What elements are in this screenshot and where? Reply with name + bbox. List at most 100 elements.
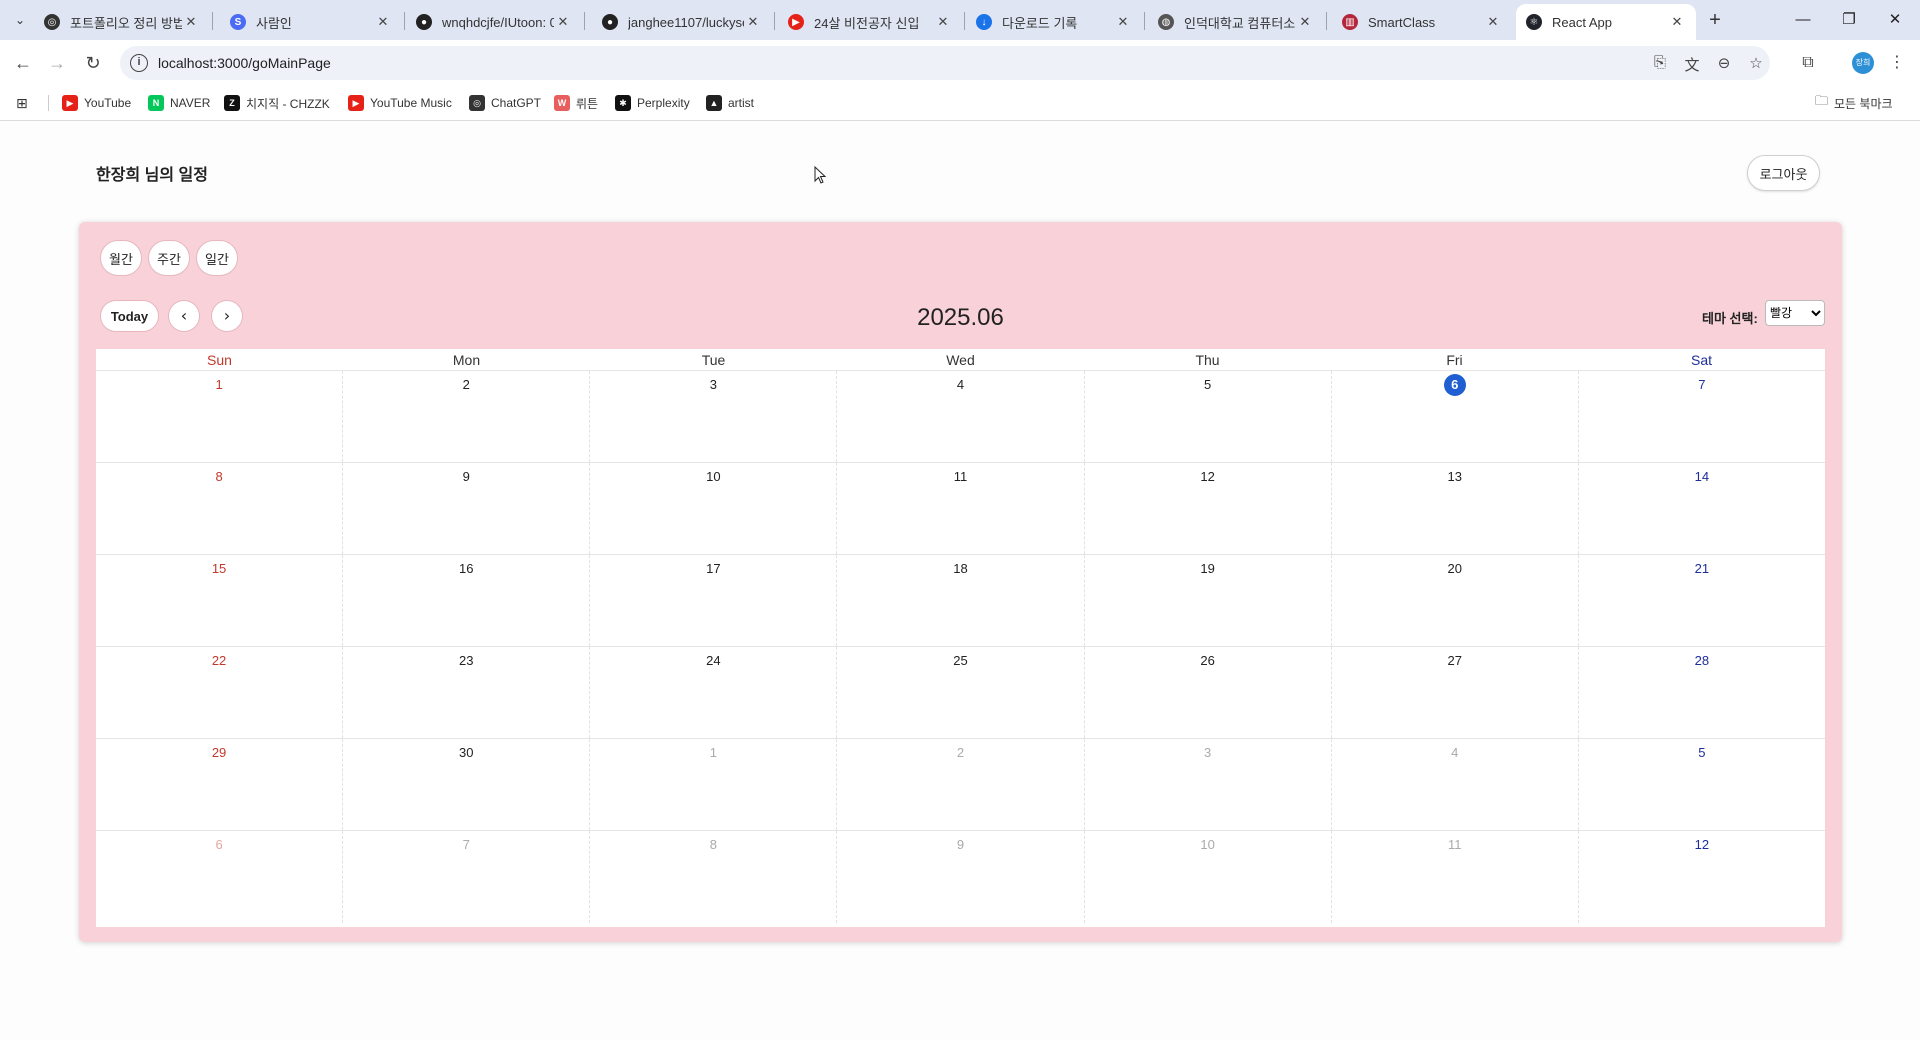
view-day-button[interactable]: 일간	[196, 240, 238, 276]
calendar-day[interactable]: 30	[343, 739, 591, 830]
restore-icon[interactable]: ❐	[1826, 6, 1872, 34]
calendar-day[interactable]: 12	[1085, 463, 1332, 554]
tab-close-icon[interactable]: ✕	[1114, 14, 1132, 30]
calendar-day[interactable]: 4	[1332, 739, 1579, 830]
url-text[interactable]: localhost:3000/goMainPage	[158, 55, 331, 71]
calendar-day[interactable]: 25	[837, 647, 1085, 738]
calendar-day[interactable]: 28	[1579, 647, 1825, 738]
calendar-day[interactable]: 1	[96, 371, 344, 462]
day-number: 3	[709, 377, 717, 392]
calendar-day[interactable]: 3	[590, 371, 838, 462]
browser-tab[interactable]: ◍ 인덕대학교 컴퓨터소 ✕	[1148, 4, 1324, 40]
tab-close-icon[interactable]: ✕	[744, 14, 762, 30]
calendar-day[interactable]: 14	[1579, 463, 1825, 554]
calendar-day[interactable]: 9	[837, 831, 1085, 923]
calendar-day[interactable]: 8	[96, 463, 344, 554]
calendar-day[interactable]: 26	[1085, 647, 1332, 738]
address-bar[interactable]: i localhost:3000/goMainPage ⎘ 文 ⊖ ☆	[120, 46, 1770, 80]
calendar-day[interactable]: 22	[96, 647, 344, 738]
reload-icon[interactable]: ↻	[80, 50, 106, 76]
calendar-day[interactable]: 10	[590, 463, 838, 554]
extensions-puzzle-icon[interactable]: ⧉	[1795, 50, 1821, 76]
tab-close-icon[interactable]: ✕	[1484, 14, 1502, 30]
calendar-day[interactable]: 5	[1579, 739, 1825, 830]
view-month-button[interactable]: 월간	[100, 240, 142, 276]
bookmark-item[interactable]: N NAVER	[148, 93, 210, 113]
calendar-day[interactable]: 24	[590, 647, 838, 738]
bookmark-item[interactable]: ◎ ChatGPT	[469, 93, 541, 113]
install-app-icon[interactable]: ⎘	[1650, 54, 1670, 72]
calendar-day[interactable]: 5	[1085, 371, 1332, 462]
bookmark-item[interactable]: Z 치지직 - CHZZK	[224, 93, 330, 113]
calendar-day[interactable]: 7	[1579, 371, 1825, 462]
calendar-day-today[interactable]: 6	[1332, 371, 1579, 462]
bookmark-label: 치지직 - CHZZK	[246, 96, 330, 111]
bookmark-item[interactable]: ✱ Perplexity	[615, 93, 690, 113]
calendar-day[interactable]: 8	[590, 831, 838, 923]
translate-icon[interactable]: 文	[1682, 54, 1702, 74]
tab-close-icon[interactable]: ✕	[182, 14, 200, 30]
close-window-icon[interactable]: ✕	[1872, 6, 1918, 34]
browser-tab[interactable]: ▶ 24살 비전공자 신입 ✕	[778, 4, 962, 40]
calendar-day[interactable]: 20	[1332, 555, 1579, 646]
calendar-day[interactable]: 11	[837, 463, 1085, 554]
day-number: 23	[458, 653, 474, 668]
new-tab-plus-icon[interactable]: +	[1702, 8, 1728, 34]
view-week-button[interactable]: 주간	[148, 240, 190, 276]
calendar-day[interactable]: 29	[96, 739, 344, 830]
calendar-day[interactable]: 6	[96, 831, 344, 923]
calendar-day[interactable]: 27	[1332, 647, 1579, 738]
calendar-day[interactable]: 10	[1085, 831, 1332, 923]
calendar-week-row: 22 23 24 25 26 27 28	[96, 647, 1825, 739]
tab-close-icon[interactable]: ✕	[934, 14, 952, 30]
browser-tab[interactable]: ▥ SmartClass ✕	[1332, 4, 1512, 40]
apps-grid-icon[interactable]: ⊞	[16, 93, 28, 113]
calendar-day[interactable]: 3	[1085, 739, 1332, 830]
tab-close-icon[interactable]: ✕	[554, 14, 572, 30]
bookmarks-divider	[48, 95, 49, 111]
bookmark-label: YouTube	[84, 96, 132, 110]
browser-tab[interactable]: ◎ 포트폴리오 정리 방법 ✕	[34, 4, 210, 40]
all-bookmarks-folder[interactable]: 🗀 모든 북마크	[1815, 93, 1893, 113]
bookmark-item[interactable]: W 뤼튼	[554, 93, 598, 113]
calendar-day[interactable]: 2	[837, 739, 1085, 830]
kebab-menu-icon[interactable]: ⋮	[1884, 50, 1910, 76]
browser-tab[interactable]: ↓ 다운로드 기록 ✕	[966, 4, 1142, 40]
tab-close-icon[interactable]: ✕	[1668, 14, 1686, 30]
calendar-day[interactable]: 7	[343, 831, 591, 923]
calendar-day[interactable]: 1	[590, 739, 838, 830]
bookmark-item[interactable]: ▶ YouTube Music	[348, 93, 452, 113]
calendar-day[interactable]: 2	[343, 371, 591, 462]
browser-tab[interactable]: ● wnqhdcjfe/IUtoon: 0 ✕	[406, 4, 582, 40]
calendar-day[interactable]: 4	[837, 371, 1085, 462]
naver-icon: N	[148, 95, 164, 111]
bookmark-item[interactable]: ▲ artist	[706, 93, 754, 113]
bookmark-item[interactable]: ▶ YouTube	[62, 93, 131, 113]
browser-tab[interactable]: ⚛ React App ✕	[1516, 4, 1696, 40]
browser-tab[interactable]: S 사람인 ✕	[220, 4, 402, 40]
calendar-day[interactable]: 18	[837, 555, 1085, 646]
calendar-day[interactable]: 11	[1332, 831, 1579, 923]
logout-button[interactable]: 로그아웃	[1747, 155, 1820, 191]
profile-avatar[interactable]: 장희	[1852, 52, 1874, 74]
calendar-day[interactable]: 15	[96, 555, 344, 646]
calendar-day[interactable]: 19	[1085, 555, 1332, 646]
calendar-day[interactable]: 21	[1579, 555, 1825, 646]
zoom-icon[interactable]: ⊖	[1714, 54, 1734, 72]
calendar-day[interactable]: 23	[343, 647, 591, 738]
calendar-day[interactable]: 12	[1579, 831, 1825, 923]
browser-tab[interactable]: ● janghee1107/luckyse ✕	[592, 4, 772, 40]
calendar-day[interactable]: 9	[343, 463, 591, 554]
forward-arrow-icon[interactable]: →	[44, 50, 70, 76]
minimize-icon[interactable]: —	[1780, 6, 1826, 34]
bookmark-star-icon[interactable]: ☆	[1746, 54, 1766, 72]
calendar-day[interactable]: 13	[1332, 463, 1579, 554]
back-arrow-icon[interactable]: ←	[10, 50, 36, 76]
tab-close-icon[interactable]: ✕	[374, 14, 392, 30]
theme-select[interactable]: 빨강	[1765, 300, 1825, 326]
calendar-day[interactable]: 17	[590, 555, 838, 646]
tab-search-chevron-icon[interactable]: ⌄	[8, 8, 32, 32]
site-info-icon[interactable]: i	[130, 54, 148, 72]
calendar-day[interactable]: 16	[343, 555, 591, 646]
tab-close-icon[interactable]: ✕	[1296, 14, 1314, 30]
